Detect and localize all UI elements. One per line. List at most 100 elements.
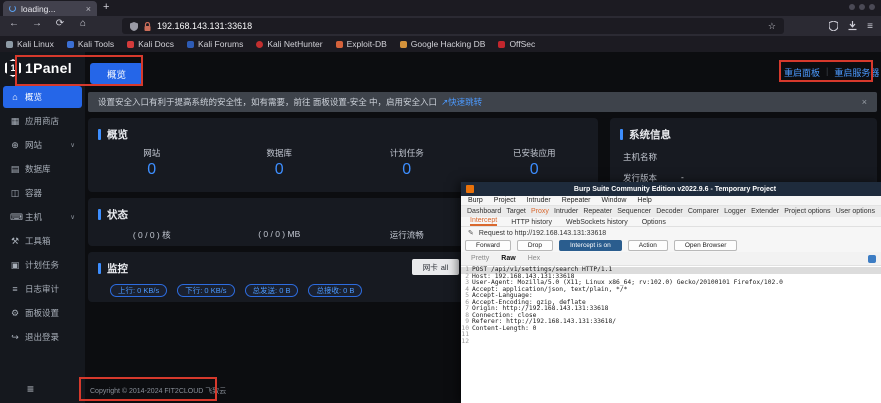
stat-value[interactable]: 0 <box>88 161 216 179</box>
bookmark-offsec[interactable]: OffSec <box>498 39 535 49</box>
database-icon: ▤ <box>10 164 20 175</box>
sidebar-item-overview[interactable]: ⌂概览 <box>3 86 82 108</box>
sidebar-item-logs[interactable]: ≡日志审计 <box>3 278 82 300</box>
menu-help[interactable]: Help <box>637 197 651 204</box>
browser-tab[interactable]: loading... × <box>3 1 97 16</box>
request-editor[interactable]: 1POST /api/v1/settings/search HTTP/1.1 2… <box>461 266 881 403</box>
intercept-is-on-button[interactable]: Intercept is on <box>559 240 622 251</box>
annotation-box-restart-links <box>779 60 873 82</box>
editor-tab-hex[interactable]: Hex <box>528 255 540 262</box>
tab-decoder[interactable]: Decoder <box>656 208 682 215</box>
bookmark-star-icon[interactable]: ☆ <box>768 21 776 32</box>
tab-project-options[interactable]: Project options <box>784 208 830 215</box>
message-editor-tabs: Pretty Raw Hex <box>461 252 881 266</box>
total-received-badge[interactable]: 总接收: 0 B <box>308 284 362 297</box>
tab-logger[interactable]: Logger <box>724 208 746 215</box>
subtab-websockets-history[interactable]: WebSockets history <box>566 219 628 226</box>
bookmark-kali-forums[interactable]: Kali Forums <box>187 39 243 49</box>
sidebar-collapse-icon[interactable]: ≡ <box>27 382 34 396</box>
browser-menu-icon[interactable]: ≡ <box>867 21 873 32</box>
tab-extender[interactable]: Extender <box>751 208 779 215</box>
burp-proxy-subtabs: Intercept HTTP history WebSockets histor… <box>461 217 881 227</box>
bookmark-exploit-db[interactable]: Exploit-DB <box>336 39 387 49</box>
editor-tab-raw[interactable]: Raw <box>501 255 515 262</box>
sidebar-item-settings[interactable]: ⚙面板设置 <box>3 302 82 324</box>
subtab-options[interactable]: Options <box>642 219 666 226</box>
window-close-button[interactable] <box>869 4 875 10</box>
overview-card: 概览 网站0 数据库0 计划任务0 已安装应用0 <box>88 118 598 192</box>
nic-select[interactable]: 网卡 all <box>412 259 459 275</box>
memory-value: ( 0 / 0 ) MB <box>216 229 344 241</box>
upload-badge[interactable]: 上行: 0 KB/s <box>110 284 167 297</box>
notice-close-icon[interactable]: × <box>862 97 867 107</box>
system-info-card: 系统信息 主机名称 发行版本- <box>610 118 877 192</box>
open-browser-button[interactable]: Open Browser <box>674 240 738 251</box>
stat-value[interactable]: 0 <box>216 161 344 179</box>
editor-tab-pretty[interactable]: Pretty <box>471 255 489 262</box>
sidebar-item-cron[interactable]: ▣计划任务 <box>3 254 82 276</box>
pencil-icon: ✎ <box>468 229 474 237</box>
logout-icon: ↪ <box>10 332 20 343</box>
menu-project[interactable]: Project <box>494 197 516 204</box>
insecure-lock-icon[interactable] <box>144 22 151 31</box>
sidebar-item-website[interactable]: ⊕网站∨ <box>3 134 82 156</box>
drop-button[interactable]: Drop <box>517 240 553 251</box>
tab-sequencer[interactable]: Sequencer <box>617 208 651 215</box>
window-minimize-button[interactable] <box>849 4 855 10</box>
menu-burp[interactable]: Burp <box>468 197 483 204</box>
tab-proxy[interactable]: Proxy <box>531 208 549 215</box>
sidebar-item-toolbox[interactable]: ⚒工具箱 <box>3 230 82 252</box>
subtab-intercept[interactable]: Intercept <box>470 217 497 226</box>
grid-icon: ▦ <box>10 116 20 127</box>
download-badge[interactable]: 下行: 0 KB/s <box>177 284 234 297</box>
browser-tab-bar: loading... × + <box>0 0 881 16</box>
tab-repeater[interactable]: Repeater <box>583 208 612 215</box>
security-notice-bar: 设置安全入口有利于提高系统的安全性，如有需要，前往 面板设置-安全 中，启用安全… <box>88 92 877 112</box>
menu-window[interactable]: Window <box>602 197 627 204</box>
new-tab-button[interactable]: + <box>103 1 109 13</box>
toolbox-icon: ⚒ <box>10 236 20 247</box>
home-icon[interactable]: ⌂ <box>77 18 89 29</box>
bookmark-kali-linux[interactable]: Kali Linux <box>6 39 54 49</box>
downloads-icon[interactable] <box>848 21 857 31</box>
tab-dashboard[interactable]: Dashboard <box>467 208 501 215</box>
inspector-toggle-icon[interactable] <box>868 255 876 263</box>
tab-intruder[interactable]: Intruder <box>554 208 578 215</box>
quick-jump-link[interactable]: ↗快速跳转 <box>441 96 482 108</box>
burp-suite-window: Burp Suite Community Edition v2022.9.6 -… <box>461 182 881 403</box>
forward-button[interactable]: Forward <box>465 240 511 251</box>
url-bar[interactable]: 192.168.143.131:33618 ☆ <box>122 18 784 34</box>
stat-value[interactable]: 0 <box>343 161 471 179</box>
intercept-controls: Forward Drop Intercept is on Action Open… <box>461 239 881 252</box>
tab-close-icon[interactable]: × <box>86 4 91 14</box>
stat-value[interactable]: 0 <box>471 161 599 179</box>
back-icon[interactable]: ← <box>8 18 20 29</box>
tab-target[interactable]: Target <box>506 208 525 215</box>
bookmark-kali-tools[interactable]: Kali Tools <box>67 39 114 49</box>
menu-intruder[interactable]: Intruder <box>527 197 551 204</box>
stat-label: 已安装应用 <box>471 147 599 159</box>
sidebar-item-host[interactable]: ⌨主机∨ <box>3 206 82 228</box>
subtab-http-history[interactable]: HTTP history <box>511 219 552 226</box>
sidebar-item-app-store[interactable]: ▦应用商店 <box>3 110 82 132</box>
sidebar-item-container[interactable]: ◫容器 <box>3 182 82 204</box>
chevron-down-icon: ∨ <box>70 141 75 149</box>
bookmark-kali-nethunter[interactable]: Kali NetHunter <box>256 39 322 49</box>
total-sent-badge[interactable]: 总发送: 0 B <box>245 284 299 297</box>
reload-icon[interactable]: ⟳ <box>54 18 66 29</box>
sidebar-item-database[interactable]: ▤数据库 <box>3 158 82 180</box>
tab-user-options[interactable]: User options <box>836 208 875 215</box>
bookmark-kali-docs[interactable]: Kali Docs <box>127 39 174 49</box>
bookmark-google-hacking-db[interactable]: Google Hacking DB <box>400 39 486 49</box>
stat-label: 网站 <box>88 147 216 159</box>
burp-app-icon <box>466 185 474 193</box>
tab-comparer[interactable]: Comparer <box>688 208 719 215</box>
burp-title-bar[interactable]: Burp Suite Community Edition v2022.9.6 -… <box>461 182 881 196</box>
menu-repeater[interactable]: Repeater <box>562 197 591 204</box>
window-maximize-button[interactable] <box>859 4 865 10</box>
sidebar-item-logout[interactable]: ↪退出登录 <box>3 326 82 348</box>
action-button[interactable]: Action <box>628 240 668 251</box>
shield-permissions-icon[interactable] <box>130 22 138 31</box>
tracking-shield-icon[interactable] <box>829 21 838 31</box>
forward-icon[interactable]: → <box>31 18 43 29</box>
